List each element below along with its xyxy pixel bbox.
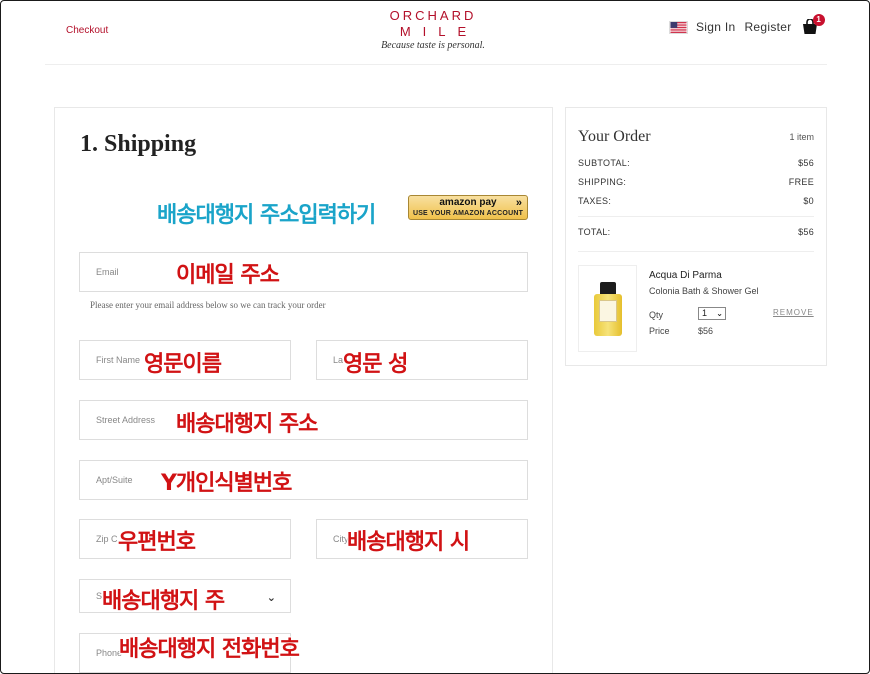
annotation-zip: 우편번호 xyxy=(118,530,196,555)
order-title: Your Order xyxy=(578,128,651,145)
logo-line-1: ORCHARD xyxy=(389,8,477,23)
register-link[interactable]: Register xyxy=(744,20,791,34)
subtotal-row: SUBTOTAL: $56 xyxy=(578,158,814,168)
total-row: TOTAL: $56 xyxy=(578,227,814,237)
last-name-placeholder: La xyxy=(333,355,344,365)
subtotal-label: SUBTOTAL: xyxy=(578,158,630,168)
product-name: Colonia Bath & Shower Gel xyxy=(649,286,759,296)
chevron-down-icon: ⌄ xyxy=(716,309,723,318)
sign-in-link[interactable]: Sign In xyxy=(696,20,735,34)
annotation-last-name: 영문 성 xyxy=(343,352,408,377)
product-image[interactable] xyxy=(578,265,637,352)
chevron-right-icon: » xyxy=(515,197,522,209)
email-field[interactable]: Email xyxy=(79,252,528,292)
annotation-amazon-address: 배송대행지 주소입력하기 xyxy=(157,203,376,228)
taxes-label: TAXES: xyxy=(578,196,612,206)
site-logo[interactable]: ORCHARD MILE Because taste is personal. xyxy=(363,8,503,52)
annotation-street: 배송대행지 주소 xyxy=(176,412,318,437)
us-flag-icon[interactable] xyxy=(669,20,688,34)
remove-item-link[interactable]: REMOVE xyxy=(773,308,814,317)
quantity-select[interactable]: 1 ⌄ xyxy=(698,307,726,320)
order-divider xyxy=(578,216,814,217)
annotation-apt: Y개인식별번호 xyxy=(161,471,292,496)
total-value: $56 xyxy=(798,227,814,237)
price-label: Price xyxy=(649,326,670,336)
apt-suite-field[interactable]: Apt/Suite xyxy=(79,460,528,500)
email-helper-text: Please enter your email address below so… xyxy=(90,300,326,310)
shipping-title: 1. Shipping xyxy=(80,131,197,157)
annotation-first-name: 영문이름 xyxy=(144,352,222,377)
annotation-phone: 배송대행지 전화번호 xyxy=(119,637,300,662)
annotation-city: 배송대행지 시 xyxy=(347,530,470,555)
total-label: TOTAL: xyxy=(578,227,611,237)
qty-label: Qty xyxy=(649,310,664,320)
product-brand[interactable]: Acqua Di Parma xyxy=(649,270,722,281)
logo-tagline: Because taste is personal. xyxy=(381,40,485,51)
apt-suite-placeholder: Apt/Suite xyxy=(96,475,133,485)
page-frame: Checkout ORCHARD MILE Because taste is p… xyxy=(0,0,870,674)
email-placeholder: Email xyxy=(96,267,119,277)
zip-code-placeholder: Zip C xyxy=(96,534,118,544)
order-item-count: 1 item xyxy=(789,132,814,142)
chevron-down-icon: ⌄ xyxy=(266,592,276,604)
header-account-area: Sign In Register 1 xyxy=(669,14,825,37)
quantity-value: 1 xyxy=(702,308,708,318)
bottle-label xyxy=(599,300,617,322)
amazon-pay-label: amazon pay xyxy=(439,197,497,208)
first-name-placeholder: First Name xyxy=(96,355,141,365)
shipping-row: SHIPPING: FREE xyxy=(578,177,814,187)
cart-button[interactable]: 1 xyxy=(801,14,825,35)
annotation-email: 이메일 주소 xyxy=(176,263,280,288)
logo-line-2: MILE xyxy=(399,24,479,39)
annotation-state: 배송대행지 주 xyxy=(102,589,225,614)
shipping-label: SHIPPING: xyxy=(578,177,627,187)
subtotal-value: $56 xyxy=(798,158,814,168)
cart-count-badge: 1 xyxy=(812,14,825,26)
order-divider-2 xyxy=(578,251,814,252)
price-value: $56 xyxy=(698,326,714,336)
amazon-pay-button[interactable]: amazon pay USE YOUR AMAZON ACCOUNT » xyxy=(408,195,528,220)
amazon-pay-sublabel: USE YOUR AMAZON ACCOUNT xyxy=(412,210,524,217)
header-divider xyxy=(45,64,827,65)
shipping-value: FREE xyxy=(788,177,814,187)
taxes-row: TAXES: $0 xyxy=(578,196,814,206)
street-address-placeholder: Street Address xyxy=(96,415,156,425)
taxes-value: $0 xyxy=(803,196,814,206)
checkout-link[interactable]: Checkout xyxy=(66,25,108,36)
